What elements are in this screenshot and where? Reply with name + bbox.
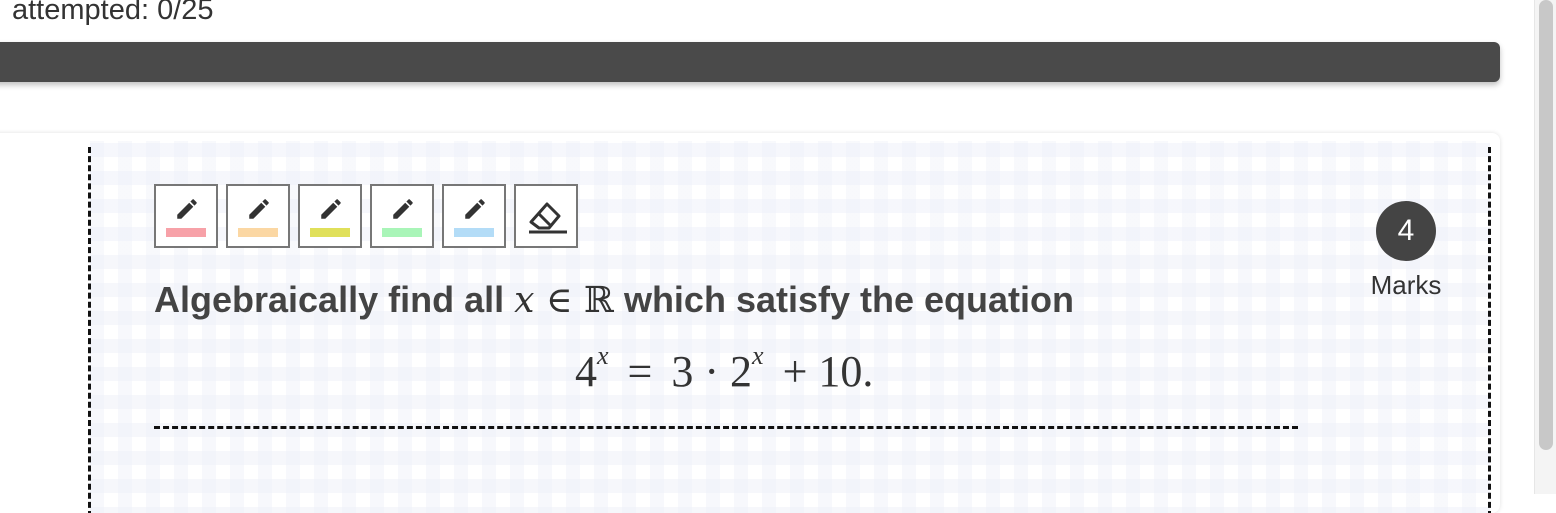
pen-orange-button[interactable]: [226, 184, 290, 248]
equation-coefficient: 3 · 2: [671, 347, 753, 396]
answer-region-right-border: [1488, 147, 1491, 513]
annotation-toolbar: [154, 184, 578, 248]
element-of-symbol: ∈: [545, 280, 573, 321]
progress-bar: [0, 42, 1500, 82]
attempted-counter: attempted: 0/25: [12, 0, 214, 26]
marks-label: Marks: [1370, 270, 1442, 300]
pen-red-button[interactable]: [154, 184, 218, 248]
equation-tail: + 10.: [782, 347, 874, 396]
pen-blue-button[interactable]: [442, 184, 506, 248]
pencil-icon: [321, 199, 341, 219]
real-numbers-symbol: ℝ: [584, 280, 614, 321]
pencil-icon: [177, 199, 197, 219]
pen-yellow-button[interactable]: [298, 184, 362, 248]
equation-base: 4: [575, 347, 597, 396]
pencil-icon: [393, 199, 413, 219]
color-swatch: [166, 228, 206, 237]
question-card: Algebraically find all x ∈ ℝ which satis…: [0, 133, 1500, 513]
marks-badge: 4: [1376, 201, 1436, 261]
answer-divider: [154, 426, 1298, 429]
scrollbar[interactable]: [1534, 0, 1556, 494]
color-swatch: [310, 228, 350, 237]
question-prefix: Algebraically find all: [154, 279, 505, 320]
pencil-icon: [249, 199, 269, 219]
color-swatch: [454, 228, 494, 237]
eraser-button[interactable]: [514, 184, 578, 248]
color-swatch: [382, 228, 422, 237]
scrollbar-thumb[interactable]: [1539, 0, 1553, 450]
equation-equals: =: [627, 347, 653, 396]
color-swatch: [238, 228, 278, 237]
question-text: Algebraically find all x ∈ ℝ which satis…: [154, 279, 1074, 321]
equation: 4x = 3 · 2x + 10.: [575, 341, 874, 397]
equation-exponent-1: x: [597, 341, 609, 371]
question-suffix: which satisfy the equation: [623, 279, 1075, 320]
equation-exponent-2: x: [752, 341, 764, 371]
pen-green-button[interactable]: [370, 184, 434, 248]
answer-region-left-border: [88, 147, 91, 513]
variable-x: x: [514, 280, 535, 321]
pencil-icon: [465, 199, 485, 219]
eraser-icon: [529, 202, 567, 234]
